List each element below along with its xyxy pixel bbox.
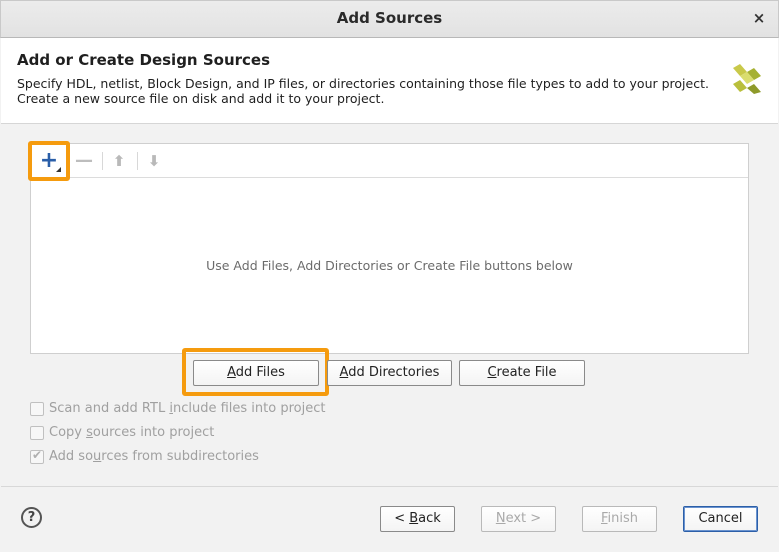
empty-list-message: Use Add Files, Add Directories or Create… bbox=[206, 258, 573, 273]
check-icon: ✔ bbox=[32, 448, 43, 462]
checkbox-box[interactable] bbox=[30, 426, 44, 440]
next-button[interactable]: Next > bbox=[481, 506, 556, 532]
add-files-highlight bbox=[182, 348, 329, 396]
footer-divider bbox=[1, 486, 778, 487]
page-title: Add or Create Design Sources bbox=[17, 51, 271, 69]
checkbox-box[interactable]: ✔ bbox=[30, 448, 44, 464]
close-icon[interactable]: × bbox=[748, 7, 770, 29]
checkbox-label: Copy sources into project bbox=[49, 425, 215, 440]
window-title: Add Sources bbox=[336, 9, 443, 27]
page-description-line1: Specify HDL, netlist, Block Design, and … bbox=[17, 76, 709, 91]
file-list-toolbar: + — ⬆ ⬇ bbox=[31, 144, 748, 178]
page-description-line2: Create a new source file on disk and add… bbox=[17, 91, 385, 106]
header-panel: Add or Create Design Sources Specify HDL… bbox=[1, 38, 778, 124]
add-icon-highlight bbox=[28, 141, 70, 181]
toolbar-separator bbox=[102, 152, 103, 170]
add-directories-button[interactable]: Add Directories bbox=[327, 360, 452, 386]
add-directories-mnemonic: A bbox=[339, 365, 349, 380]
create-file-label: reate File bbox=[496, 365, 557, 380]
toolbar-separator bbox=[137, 152, 138, 170]
cancel-button[interactable]: Cancel bbox=[683, 506, 758, 532]
checkbox-label: Add sources from subdirectories bbox=[49, 449, 259, 464]
checkbox-box[interactable] bbox=[30, 402, 44, 416]
xilinx-logo-icon bbox=[733, 64, 761, 94]
back-button[interactable]: < Back bbox=[380, 506, 455, 532]
move-down-icon[interactable]: ⬇ bbox=[142, 149, 166, 173]
create-file-button[interactable]: Create File bbox=[459, 360, 585, 386]
move-up-icon[interactable]: ⬆ bbox=[107, 149, 131, 173]
remove-icon[interactable]: — bbox=[72, 149, 96, 173]
create-file-mnemonic: C bbox=[487, 365, 497, 380]
checkbox-label: Scan and add RTL include files into proj… bbox=[49, 401, 326, 416]
help-icon[interactable]: ? bbox=[21, 507, 42, 528]
finish-button[interactable]: Finish bbox=[582, 506, 657, 532]
add-directories-label: dd Directories bbox=[348, 365, 440, 380]
source-file-list[interactable]: + — ⬆ ⬇ Use Add Files, Add Directories o… bbox=[30, 143, 749, 354]
